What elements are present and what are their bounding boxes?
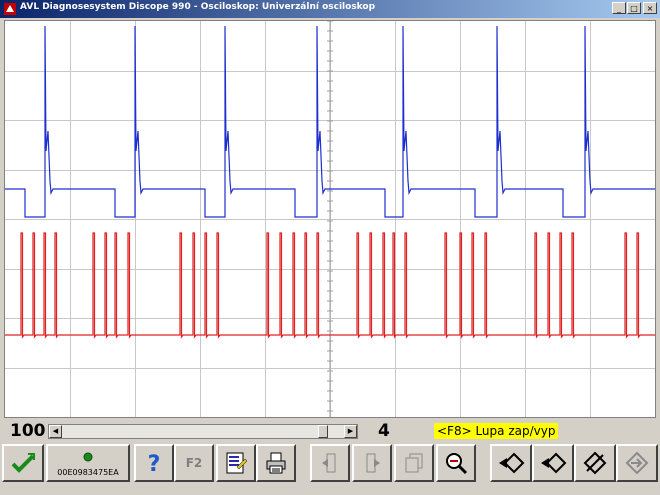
help-button[interactable]: ? xyxy=(134,444,174,482)
f2-button[interactable]: F2 xyxy=(174,444,214,482)
trigger-right-icon xyxy=(541,452,567,474)
device-button[interactable]: 00E0983475EA xyxy=(46,444,130,482)
oscilloscope-canvas xyxy=(5,21,655,417)
app-icon xyxy=(4,3,16,15)
settings-document-icon xyxy=(226,452,248,474)
scale-value: 100 xyxy=(10,421,46,441)
pencil-diamond-icon xyxy=(583,451,607,475)
printer-icon xyxy=(266,452,286,474)
page-value: 4 xyxy=(378,421,390,441)
trigger-left-button[interactable] xyxy=(490,444,532,482)
maximize-button[interactable]: □ xyxy=(627,2,641,14)
copy-icon xyxy=(405,453,423,473)
next-button[interactable] xyxy=(616,444,658,482)
status-led-icon xyxy=(83,452,93,462)
horizontal-scrollbar[interactable]: ◀ ▶ xyxy=(48,424,358,439)
scroll-left-button[interactable]: ◀ xyxy=(49,425,62,438)
svg-text:?: ? xyxy=(148,452,161,475)
close-button[interactable]: × xyxy=(643,2,657,14)
copy-button[interactable] xyxy=(394,444,434,482)
scroll-thumb[interactable] xyxy=(318,425,328,438)
f2-label: F2 xyxy=(185,456,203,470)
zoom-hint: <F8> Lupa zap/vyp xyxy=(434,423,559,439)
ok-button[interactable] xyxy=(2,444,44,482)
device-id: 00E0983475EA xyxy=(57,468,119,477)
print-button[interactable] xyxy=(256,444,296,482)
cursor-left-icon xyxy=(322,453,336,473)
cursor-left-button[interactable] xyxy=(310,444,350,482)
help-icon: ? xyxy=(148,452,161,475)
window-title: AVL Diagnosesystem Discope 990 - Oscilos… xyxy=(20,2,376,12)
cursor-right-button[interactable] xyxy=(352,444,392,482)
trigger-right-button[interactable] xyxy=(532,444,574,482)
minimize-button[interactable]: _ xyxy=(612,2,626,14)
check-icon xyxy=(11,453,35,473)
edit-button[interactable] xyxy=(574,444,616,482)
zoom-button[interactable] xyxy=(436,444,476,482)
trigger-left-icon xyxy=(499,452,525,474)
zoom-out-icon xyxy=(446,453,468,475)
cursor-right-icon xyxy=(366,453,380,473)
arrow-right-icon xyxy=(625,451,649,475)
oscilloscope-display[interactable] xyxy=(4,20,656,418)
settings-button[interactable] xyxy=(216,444,256,482)
scroll-right-button[interactable]: ▶ xyxy=(344,425,357,438)
title-bar: AVL Diagnosesystem Discope 990 - Oscilos… xyxy=(0,0,660,18)
